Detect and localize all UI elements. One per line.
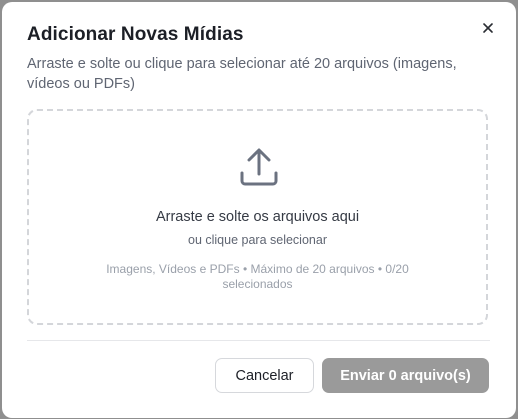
cancel-button[interactable]: Cancelar (215, 358, 314, 393)
dropzone-title: Arraste e solte os arquivos aqui (155, 209, 360, 225)
close-icon (483, 23, 493, 33)
add-media-dialog: Adicionar Novas Mídias Arraste e solte o… (2, 2, 516, 418)
close-button[interactable] (478, 18, 498, 38)
file-dropzone[interactable]: Arraste e solte os arquivos aqui ou cliq… (27, 109, 488, 325)
dropzone-info: Imagens, Vídeos e PDFs • Máximo de 20 ar… (106, 262, 409, 291)
upload-icon (240, 148, 278, 186)
dropzone-subtitle: ou clique para selecionar (188, 233, 327, 247)
footer-divider (27, 340, 490, 341)
send-files-button[interactable]: Enviar 0 arquivo(s) (322, 358, 489, 393)
dialog-subtitle: Arraste e solte ou clique para seleciona… (27, 56, 457, 92)
dialog-title: Adicionar Novas Mídias (27, 24, 244, 45)
